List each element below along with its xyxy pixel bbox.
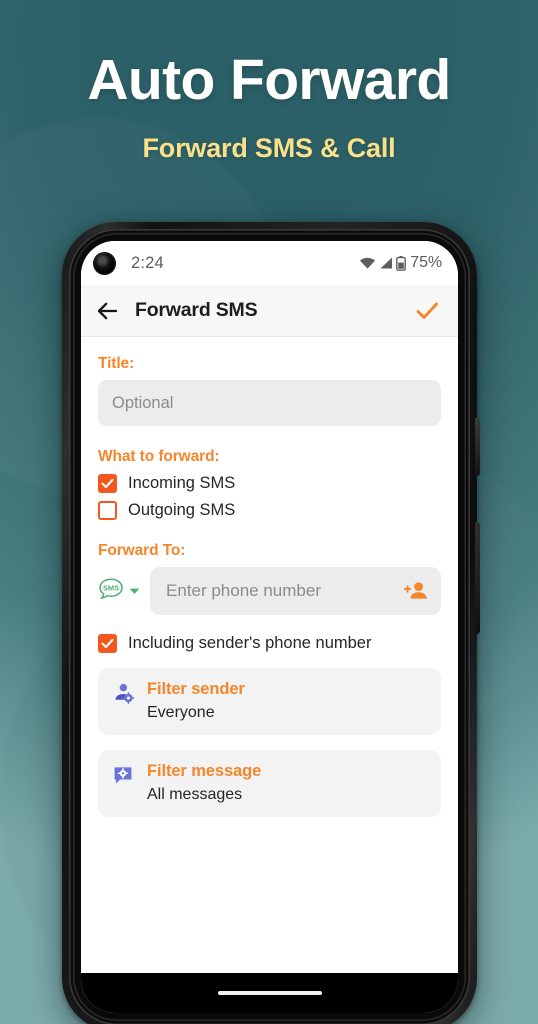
phone-number-input[interactable]: Enter phone number xyxy=(150,567,441,615)
promo-title: Auto Forward xyxy=(87,48,451,112)
checkbox-include-sender[interactable] xyxy=(98,634,117,653)
person-settings-icon xyxy=(112,682,135,704)
title-input-placeholder: Optional xyxy=(112,393,174,412)
wifi-icon xyxy=(359,256,376,270)
add-contact-icon[interactable] xyxy=(403,579,428,603)
promo-subtitle: Forward SMS & Call xyxy=(142,133,396,163)
front-camera-icon xyxy=(94,252,115,274)
checkbox-row-outgoing-sms[interactable]: Outgoing SMS xyxy=(98,501,441,520)
checkbox-outgoing-sms[interactable] xyxy=(98,501,117,520)
checkbox-label-include-sender: Including sender's phone number xyxy=(128,634,372,652)
checkbox-label-incoming-sms: Incoming SMS xyxy=(128,474,236,492)
filter-sender-value: Everyone xyxy=(147,704,215,721)
filter-sender-card[interactable]: Filter sender Everyone xyxy=(98,668,441,735)
phone-mockup: 2:24 75% Forward SMS Title: Optional Wha… xyxy=(62,222,480,1024)
app-bar: Forward SMS xyxy=(81,285,458,337)
gesture-bar-area xyxy=(81,973,458,1013)
status-icons: 75% xyxy=(359,254,442,272)
status-bar: 2:24 75% xyxy=(81,241,458,285)
status-time: 2:24 xyxy=(131,253,164,272)
message-settings-icon xyxy=(112,764,134,786)
title-label: Title: xyxy=(98,355,135,372)
checkbox-row-include-sender[interactable]: Including sender's phone number xyxy=(98,634,441,653)
form-content: Title: Optional What to forward: Incomin… xyxy=(81,337,458,973)
phone-screen: 2:24 75% Forward SMS Title: Optional Wha… xyxy=(81,241,458,1013)
sms-bubble-icon: SMS xyxy=(98,577,124,606)
battery-icon xyxy=(396,255,407,271)
filter-message-value: All messages xyxy=(147,786,243,803)
title-input[interactable]: Optional xyxy=(98,380,441,426)
checkbox-label-outgoing-sms: Outgoing SMS xyxy=(128,501,236,519)
promo-header: Auto Forward Forward SMS & Call xyxy=(0,0,538,164)
battery-percent: 75% xyxy=(410,254,442,271)
svg-text:SMS: SMS xyxy=(103,583,119,592)
chevron-down-icon xyxy=(129,582,140,600)
filter-sender-title: Filter sender xyxy=(147,680,245,698)
what-to-forward-label: What to forward: xyxy=(98,448,220,465)
back-arrow-icon[interactable] xyxy=(95,298,121,324)
forward-to-label: Forward To: xyxy=(98,542,186,559)
app-title: Forward SMS xyxy=(135,299,258,321)
checkbox-incoming-sms[interactable] xyxy=(98,474,117,493)
filter-message-title: Filter message xyxy=(147,762,262,780)
volume-button[interactable] xyxy=(475,522,480,634)
sms-channel-selector[interactable]: SMS xyxy=(98,577,140,606)
signal-icon xyxy=(379,256,393,270)
phone-number-placeholder: Enter phone number xyxy=(166,581,321,600)
check-icon[interactable] xyxy=(413,297,441,325)
forward-to-row: SMS Enter phone number xyxy=(98,567,441,615)
filter-message-card[interactable]: Filter message All messages xyxy=(98,750,441,817)
checkbox-row-incoming-sms[interactable]: Incoming SMS xyxy=(98,474,441,493)
home-indicator[interactable] xyxy=(217,990,322,996)
power-button[interactable] xyxy=(475,418,480,476)
